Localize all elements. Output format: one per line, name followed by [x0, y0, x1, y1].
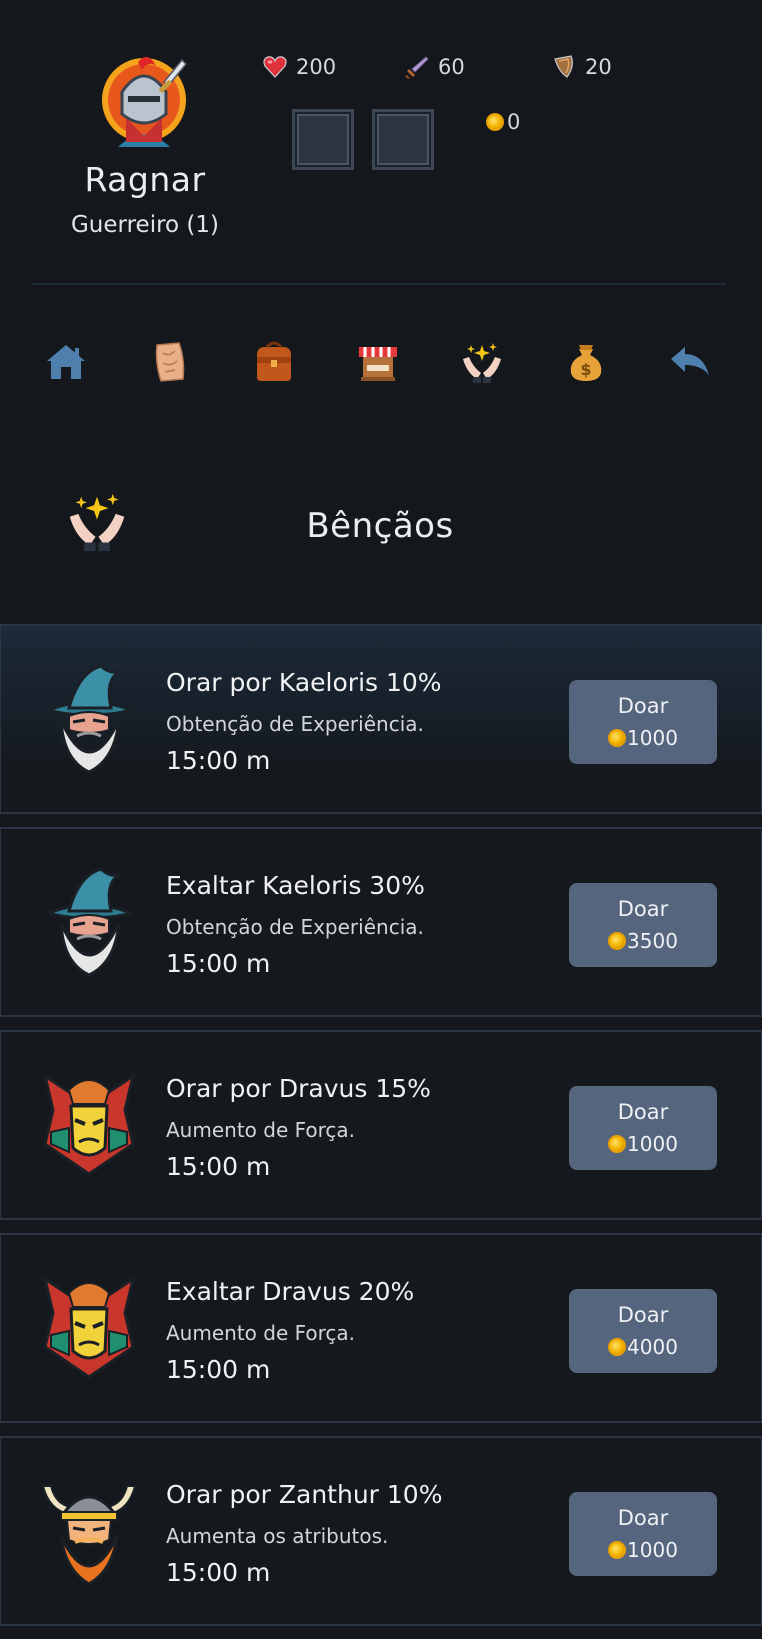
donate-cost-value: 1000: [627, 1538, 678, 1562]
samurai-icon: [39, 1070, 139, 1182]
defense-stat: 20: [551, 54, 612, 80]
blessing-title: Orar por Dravus 15%: [166, 1074, 431, 1103]
blessing-hands-icon: [463, 343, 501, 383]
svg-text:$: $: [580, 360, 591, 379]
header-divider: [32, 283, 726, 285]
blessing-title: Orar por Kaeloris 10%: [166, 668, 442, 697]
donate-label: Doar: [617, 1303, 669, 1327]
donate-cost-value: 1000: [627, 726, 678, 750]
donate-button[interactable]: Doar 3500: [569, 883, 717, 967]
donate-label: Doar: [617, 1100, 669, 1124]
gold-coin-icon: [608, 1541, 627, 1559]
blessing-description: Aumento de Força.: [166, 1321, 356, 1345]
backpack-icon: [257, 341, 291, 381]
map-scroll-icon: [155, 342, 185, 382]
donate-button[interactable]: Doar 4000: [569, 1289, 717, 1373]
blessing-duration: 15:00 m: [166, 1152, 271, 1181]
blessing-description: Aumento de Força.: [166, 1118, 356, 1142]
samurai-icon: [39, 1273, 139, 1385]
donate-cost-value: 1000: [627, 1132, 678, 1156]
wizard-icon: [39, 664, 139, 776]
donate-cost: 4000: [608, 1335, 678, 1359]
defense-value: 20: [585, 55, 612, 79]
blessing-card: Orar por Dravus 15% Aumento de Força. 15…: [0, 1030, 762, 1220]
attack-value: 60: [438, 55, 465, 79]
gold-coin-icon: [608, 1338, 627, 1356]
blessing-description: Obtenção de Experiência.: [166, 915, 424, 939]
back-arrow-icon: [671, 347, 709, 375]
donate-cost: 3500: [608, 929, 678, 953]
donate-label: Doar: [617, 694, 669, 718]
bank-button[interactable]: $: [560, 336, 612, 388]
nav-bar: $: [0, 336, 762, 388]
donate-cost: 1000: [608, 1132, 678, 1156]
blessing-duration: 15:00 m: [166, 949, 271, 978]
blessing-card: Exaltar Dravus 20% Aumento de Força. 15:…: [0, 1233, 762, 1423]
gold-coin-icon: [486, 113, 504, 131]
donate-cost-value: 3500: [627, 929, 678, 953]
money-bag-icon: $: [570, 345, 602, 381]
blessing-title: Orar por Zanthur 10%: [166, 1480, 443, 1509]
player-name: Ragnar: [84, 160, 206, 199]
gold-value: 0: [507, 110, 521, 134]
shop-icon: [359, 347, 397, 381]
blessing-description: Aumenta os atributos.: [166, 1524, 389, 1548]
gold-coin-icon: [608, 729, 627, 747]
sword-icon: [405, 56, 429, 79]
blessing-description: Obtenção de Experiência.: [166, 712, 424, 736]
donate-cost-value: 4000: [627, 1335, 678, 1359]
gold-coin-icon: [608, 932, 627, 950]
blessing-card: Orar por Zanthur 10% Aumenta os atributo…: [0, 1436, 762, 1626]
blessings-button[interactable]: [456, 336, 508, 388]
donate-cost: 1000: [608, 726, 678, 750]
home-button[interactable]: [40, 336, 92, 388]
viking-icon: [39, 1476, 139, 1588]
heart-icon: [263, 56, 287, 78]
blessing-card: Orar por Kaeloris 10% Obtenção de Experi…: [0, 624, 762, 814]
attack-stat: 60: [404, 54, 465, 80]
shop-button[interactable]: [352, 336, 404, 388]
equipment-slot-1[interactable]: [292, 109, 354, 170]
gold-stat: 0: [486, 110, 520, 134]
player-class-level: Guerreiro (1): [70, 212, 219, 238]
donate-label: Doar: [617, 897, 669, 921]
blessing-title: Exaltar Dravus 20%: [166, 1277, 415, 1306]
player-header: Ragnar Guerreiro (1) 200 60 20 0: [0, 0, 762, 290]
knight-avatar-icon: [98, 52, 190, 152]
blessing-title: Exaltar Kaeloris 30%: [166, 871, 425, 900]
home-icon: [47, 345, 85, 379]
blessing-duration: 15:00 m: [166, 1355, 271, 1384]
donate-button[interactable]: Doar 1000: [569, 680, 717, 764]
hp-stat: 200: [262, 54, 336, 80]
donate-button[interactable]: Doar 1000: [569, 1492, 717, 1576]
shield-icon: [554, 55, 573, 78]
back-button[interactable]: [664, 336, 716, 388]
blessing-card: Exaltar Kaeloris 30% Obtenção de Experiê…: [0, 827, 762, 1017]
gold-coin-icon: [608, 1135, 627, 1153]
section-header: Bênçãos: [0, 488, 762, 558]
donate-label: Doar: [617, 1506, 669, 1530]
blessing-duration: 15:00 m: [166, 1558, 271, 1587]
map-button[interactable]: [144, 336, 196, 388]
blessing-list: Orar por Kaeloris 10% Obtenção de Experi…: [0, 624, 762, 1639]
equipment-slot-2[interactable]: [372, 109, 434, 170]
inventory-button[interactable]: [248, 336, 300, 388]
blessing-hands-icon: [64, 488, 130, 554]
donate-button[interactable]: Doar 1000: [569, 1086, 717, 1170]
donate-cost: 1000: [608, 1538, 678, 1562]
section-title: Bênçãos: [306, 506, 454, 546]
hp-value: 200: [296, 55, 337, 79]
blessing-duration: 15:00 m: [166, 746, 271, 775]
wizard-icon: [39, 867, 139, 979]
